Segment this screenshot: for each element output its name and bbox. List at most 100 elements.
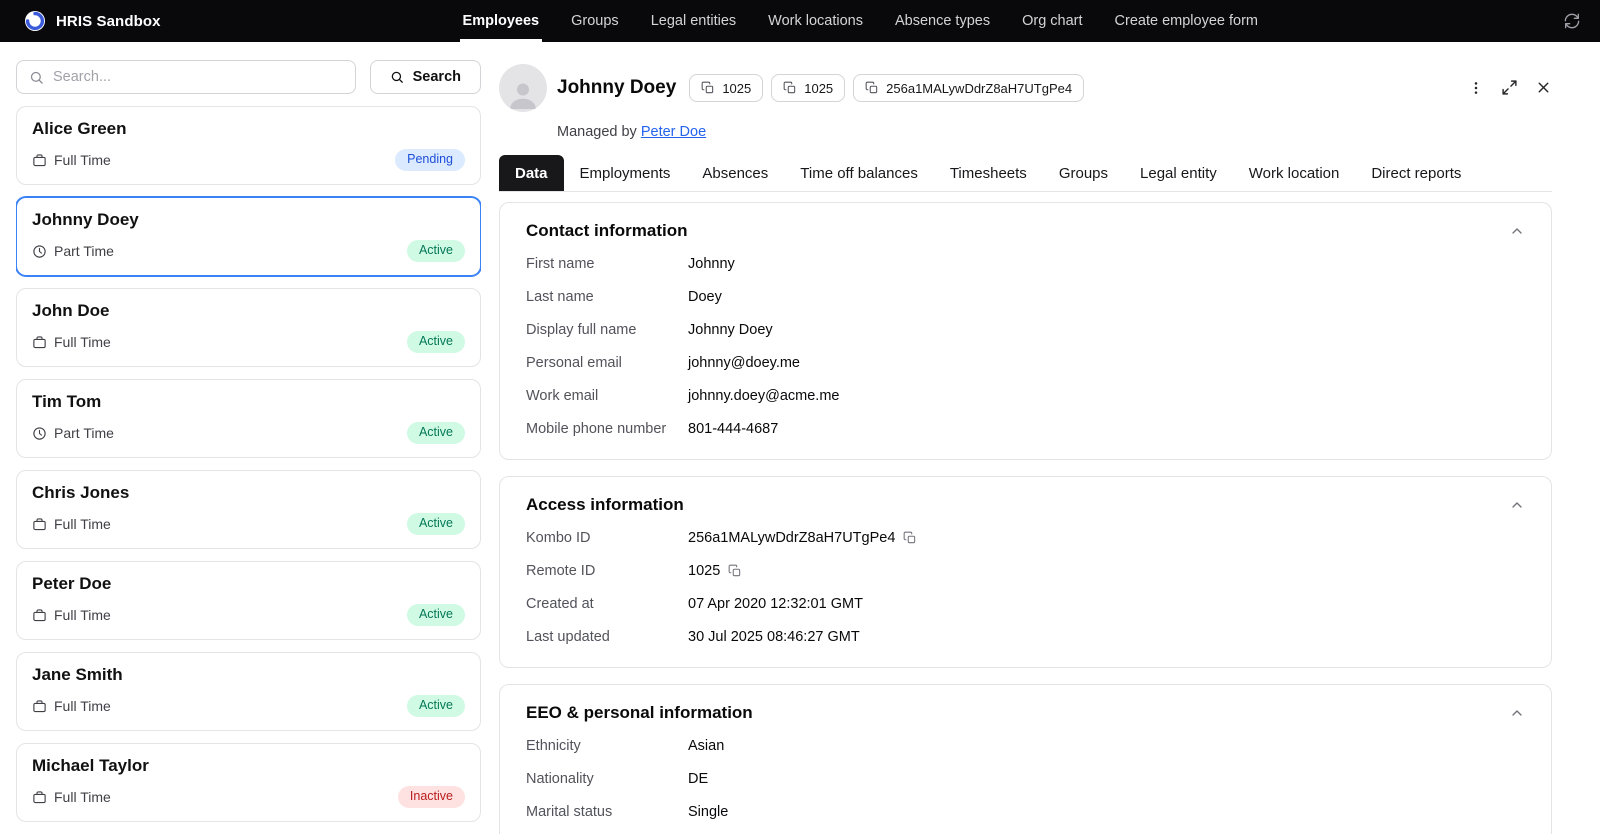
tab-direct-reports[interactable]: Direct reports — [1355, 155, 1477, 191]
tab-data[interactable]: Data — [499, 155, 564, 191]
field-row: Last name Doey — [526, 287, 1525, 307]
id-chip-value: 1025 — [722, 80, 752, 96]
employment-type: Full Time — [54, 698, 111, 714]
search-button-label: Search — [412, 69, 461, 85]
search-icon — [390, 70, 404, 84]
section-header: EEO & personal information — [526, 703, 1525, 723]
nav-item-groups[interactable]: Groups — [555, 0, 635, 42]
id-chip-value: 1025 — [804, 80, 834, 96]
id-chip[interactable]: 256a1MALywDdrZ8aH7UTgPe4 — [853, 74, 1085, 102]
section-title: EEO & personal information — [526, 703, 753, 722]
id-chips: 1025 1025 256a1MALywDdrZ8aH7UTgPe4 — [689, 74, 1085, 102]
employee-card-peter-doe[interactable]: Peter Doe Full Time Active — [16, 561, 481, 640]
detail-tabs: Data Employments Absences Time off balances… — [499, 155, 1552, 192]
field-row: Last updated 30 Jul 2025 08:46:27 GMT — [526, 627, 1525, 647]
kebab-menu-icon[interactable] — [1468, 80, 1484, 96]
expand-icon[interactable] — [1501, 79, 1518, 96]
briefcase-icon — [32, 790, 47, 805]
field-row: Nationality DE — [526, 769, 1525, 789]
field-row: Work email johnny.doey@acme.me — [526, 386, 1525, 406]
employee-name: Alice Green — [32, 119, 127, 138]
page-layout: Search Alice Green Full Time Pending Johnny… — [0, 42, 1600, 834]
close-icon[interactable] — [1535, 79, 1552, 96]
employee-card-tim-tom[interactable]: Tim Tom Part Time Active — [16, 379, 481, 458]
employee-name: Peter Doe — [32, 574, 112, 593]
nav-item-create-employee-form[interactable]: Create employee form — [1099, 0, 1274, 42]
field-label: Nationality — [526, 771, 594, 787]
field-value: 801-444-4687 — [688, 421, 779, 437]
employment-type: Full Time — [54, 607, 111, 623]
nav-item-absence-types[interactable]: Absence types — [879, 0, 1006, 42]
field-label: Kombo ID — [526, 530, 591, 546]
search-row: Search — [16, 60, 481, 94]
search-input[interactable] — [53, 69, 343, 85]
section-eeo-personal-information: EEO & personal information Ethnicity Asian… — [499, 684, 1552, 834]
employee-card-john-doe[interactable]: John Doe Full Time Active — [16, 288, 481, 367]
employee-card-johnny-doey[interactable]: Johnny Doey Part Time Active — [16, 197, 481, 276]
tab-absences[interactable]: Absences — [686, 155, 784, 191]
field-label: Remote ID — [526, 563, 596, 579]
brand: HRIS Sandbox — [24, 0, 161, 42]
employee-card-alice-green[interactable]: Alice Green Full Time Pending — [16, 106, 481, 185]
nav-item-legal-entities[interactable]: Legal entities — [635, 0, 752, 42]
employee-sidebar: Search Alice Green Full Time Pending Johnny… — [0, 42, 499, 834]
copy-icon[interactable] — [903, 531, 917, 545]
tab-time-off-balances[interactable]: Time off balances — [784, 155, 934, 191]
managed-by: Managed by Peter Doe — [557, 124, 1448, 140]
managed-by-label: Managed by — [557, 124, 637, 140]
field-value: DE — [688, 771, 709, 787]
section-contact-information: Contact information First name Johnny Last … — [499, 202, 1552, 460]
nav-item-work-locations[interactable]: Work locations — [752, 0, 879, 42]
status-badge: Inactive — [397, 786, 465, 808]
nav-item-org-chart[interactable]: Org chart — [1006, 0, 1098, 42]
copy-icon — [783, 81, 797, 95]
managed-by-link[interactable]: Peter Doe — [641, 124, 706, 140]
field-value: johnny@doey.me — [688, 355, 800, 371]
tab-work-location[interactable]: Work location — [1233, 155, 1356, 191]
search-button[interactable]: Search — [369, 60, 481, 94]
employee-name: Michael Taylor — [32, 756, 149, 775]
copy-icon — [701, 81, 715, 95]
status-badge: Active — [406, 240, 465, 262]
tab-groups[interactable]: Groups — [1043, 155, 1124, 191]
clock-icon — [32, 426, 47, 441]
employee-meta-row: Full Time Active — [32, 695, 465, 717]
copy-icon[interactable] — [728, 564, 742, 578]
id-chip[interactable]: 1025 — [689, 74, 764, 102]
field-value: Single — [688, 804, 729, 820]
employee-meta-row: Part Time Active — [32, 240, 465, 262]
employee-card-michael-taylor[interactable]: Michael Taylor Full Time Inactive — [16, 743, 481, 822]
employment-type: Full Time — [54, 516, 111, 532]
status-badge: Active — [406, 695, 465, 717]
employee-card-jane-smith[interactable]: Jane Smith Full Time Active — [16, 652, 481, 731]
field-label: Last name — [526, 289, 594, 305]
chevron-up-icon[interactable] — [1509, 497, 1525, 513]
refresh-button[interactable] — [1560, 0, 1584, 42]
tab-timesheets[interactable]: Timesheets — [934, 155, 1043, 191]
search-box — [16, 60, 356, 94]
employee-name: Tim Tom — [32, 392, 102, 411]
detail-header: Johnny Doey 1025 1025 256a1MALywDdrZ8aH7UT… — [499, 64, 1552, 140]
tab-legal-entity[interactable]: Legal entity — [1124, 155, 1233, 191]
avatar — [499, 64, 547, 112]
chevron-up-icon[interactable] — [1509, 705, 1525, 721]
chevron-up-icon[interactable] — [1509, 223, 1525, 239]
id-chip[interactable]: 1025 — [771, 74, 846, 102]
nav-item-employees[interactable]: Employees — [447, 0, 556, 42]
tab-employments[interactable]: Employments — [564, 155, 687, 191]
field-label: Work email — [526, 388, 599, 404]
employee-name: John Doe — [32, 301, 110, 320]
employment-type: Part Time — [54, 243, 114, 259]
field-label: Created at — [526, 596, 594, 612]
detail-title-row: Johnny Doey 1025 1025 256a1MALywDdrZ8aH7UT… — [557, 64, 1448, 112]
clock-icon — [32, 244, 47, 259]
status-badge: Pending — [395, 149, 465, 171]
employee-card-chris-jones[interactable]: Chris Jones Full Time Active — [16, 470, 481, 549]
employment-type: Full Time — [54, 152, 111, 168]
employee-name: Johnny Doey — [32, 210, 139, 229]
employee-meta-row: Full Time Active — [32, 331, 465, 353]
status-badge: Active — [406, 604, 465, 626]
field-row: First name Johnny — [526, 254, 1525, 274]
field-value: 30 Jul 2025 08:46:27 GMT — [688, 629, 860, 645]
app-logo-icon — [24, 10, 46, 32]
